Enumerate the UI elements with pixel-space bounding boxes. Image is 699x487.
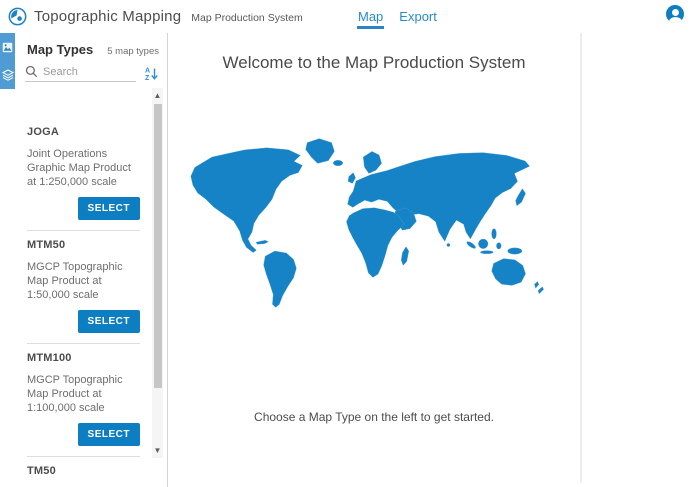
svg-text:Z: Z — [145, 75, 150, 81]
world-map-image — [174, 125, 574, 313]
app-window: Topographic Mapping Map Production Syste… — [0, 0, 699, 487]
select-button-mtm50[interactable]: SELECT — [78, 310, 140, 333]
list-item-joga: JOGA Joint Operations Graphic Map Produc… — [27, 118, 140, 230]
list-item-mtm50: MTM50 MGCP Topographic Map Product at 1:… — [27, 230, 140, 343]
map-type-description: MGCP Topographic Map Product at 1:50,000… — [27, 260, 143, 302]
tab-export[interactable]: Export — [398, 3, 438, 30]
layers-icon[interactable] — [0, 61, 15, 89]
scroll-down-icon[interactable]: ▼ — [152, 445, 163, 456]
select-button-mtm100[interactable]: SELECT — [78, 423, 140, 446]
search-icon — [25, 65, 38, 78]
app-subtitle: Map Production System — [191, 10, 302, 24]
app-header: Topographic Mapping Map Production Syste… — [0, 0, 699, 33]
tab-map[interactable]: Map — [357, 3, 384, 30]
map-type-name: TM50 — [27, 465, 140, 477]
select-button-joga[interactable]: SELECT — [78, 197, 140, 220]
list-item-tm50: TM50 Topographic Map Product at 1:50,000… — [27, 456, 140, 487]
scrollbar-thumb[interactable] — [154, 104, 162, 388]
scroll-up-icon[interactable]: ▲ — [152, 90, 163, 101]
instruction-text: Choose a Map Type on the left to get sta… — [168, 410, 580, 424]
map-type-description: Joint Operations Graphic Map Product at … — [27, 147, 143, 189]
sort-az-icon[interactable]: A Z — [145, 66, 159, 81]
map-types-panel: Map Types 5 map types A Z JOGA Joint Op — [15, 33, 168, 487]
user-avatar-icon[interactable] — [666, 5, 684, 23]
map-type-name: MTM50 — [27, 239, 140, 251]
map-type-name: MTM100 — [27, 352, 140, 364]
search-input[interactable] — [43, 66, 129, 78]
brand: Topographic Mapping Map Production Syste… — [8, 0, 303, 33]
search-box — [25, 65, 136, 82]
app-logo-globe-icon — [8, 7, 27, 26]
left-toolbar — [0, 33, 15, 89]
sidebar-scrollbar[interactable]: ▲ ▼ — [152, 88, 163, 458]
header-tabs: Map Export — [357, 0, 438, 33]
panel-title: Map Types — [27, 42, 93, 57]
map-type-count: 5 map types — [107, 46, 159, 57]
map-types-header: Map Types 5 map types — [15, 33, 167, 57]
map-type-name: JOGA — [27, 126, 140, 138]
map-type-list: JOGA Joint Operations Graphic Map Produc… — [15, 118, 152, 487]
svg-text:A: A — [145, 68, 150, 75]
list-item-mtm100: MTM100 MGCP Topographic Map Product at 1… — [27, 343, 140, 456]
map-type-description: MGCP Topographic Map Product at 1:100,00… — [27, 373, 143, 415]
search-row: A Z — [15, 57, 167, 82]
welcome-title: Welcome to the Map Production System — [168, 53, 580, 73]
main-content: Welcome to the Map Production System — [168, 33, 580, 487]
main-scrollbar-track[interactable] — [580, 33, 582, 483]
map-product-icon[interactable] — [0, 33, 15, 61]
app-title: Topographic Mapping — [34, 8, 181, 25]
